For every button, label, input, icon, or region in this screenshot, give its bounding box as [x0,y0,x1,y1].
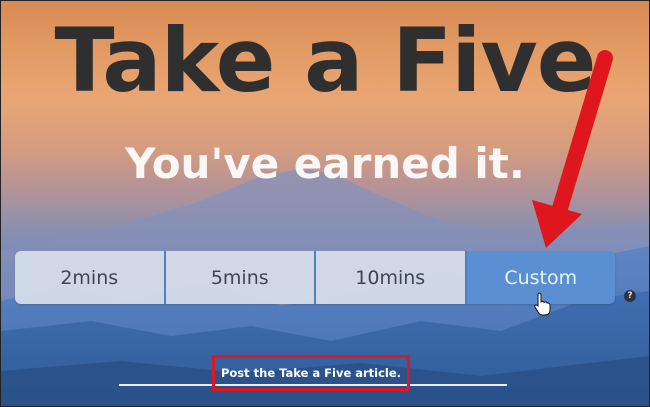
post-article-link[interactable]: Post the Take a Five article. [212,355,410,391]
hand-cursor-icon [534,292,551,316]
page-subtitle: You've earned it. [125,139,525,188]
page-title: Take a Five [54,9,597,112]
duration-2mins-button[interactable]: 2mins [15,251,166,304]
duration-5mins-button[interactable]: 5mins [165,251,316,304]
duration-selector: 2mins 5mins 10mins Custom [15,251,615,304]
help-question-icon[interactable]: ? [624,290,636,302]
page-frame: Take a Five You've earned it. 2mins 5min… [0,0,650,407]
duration-10mins-button[interactable]: 10mins [316,251,467,304]
